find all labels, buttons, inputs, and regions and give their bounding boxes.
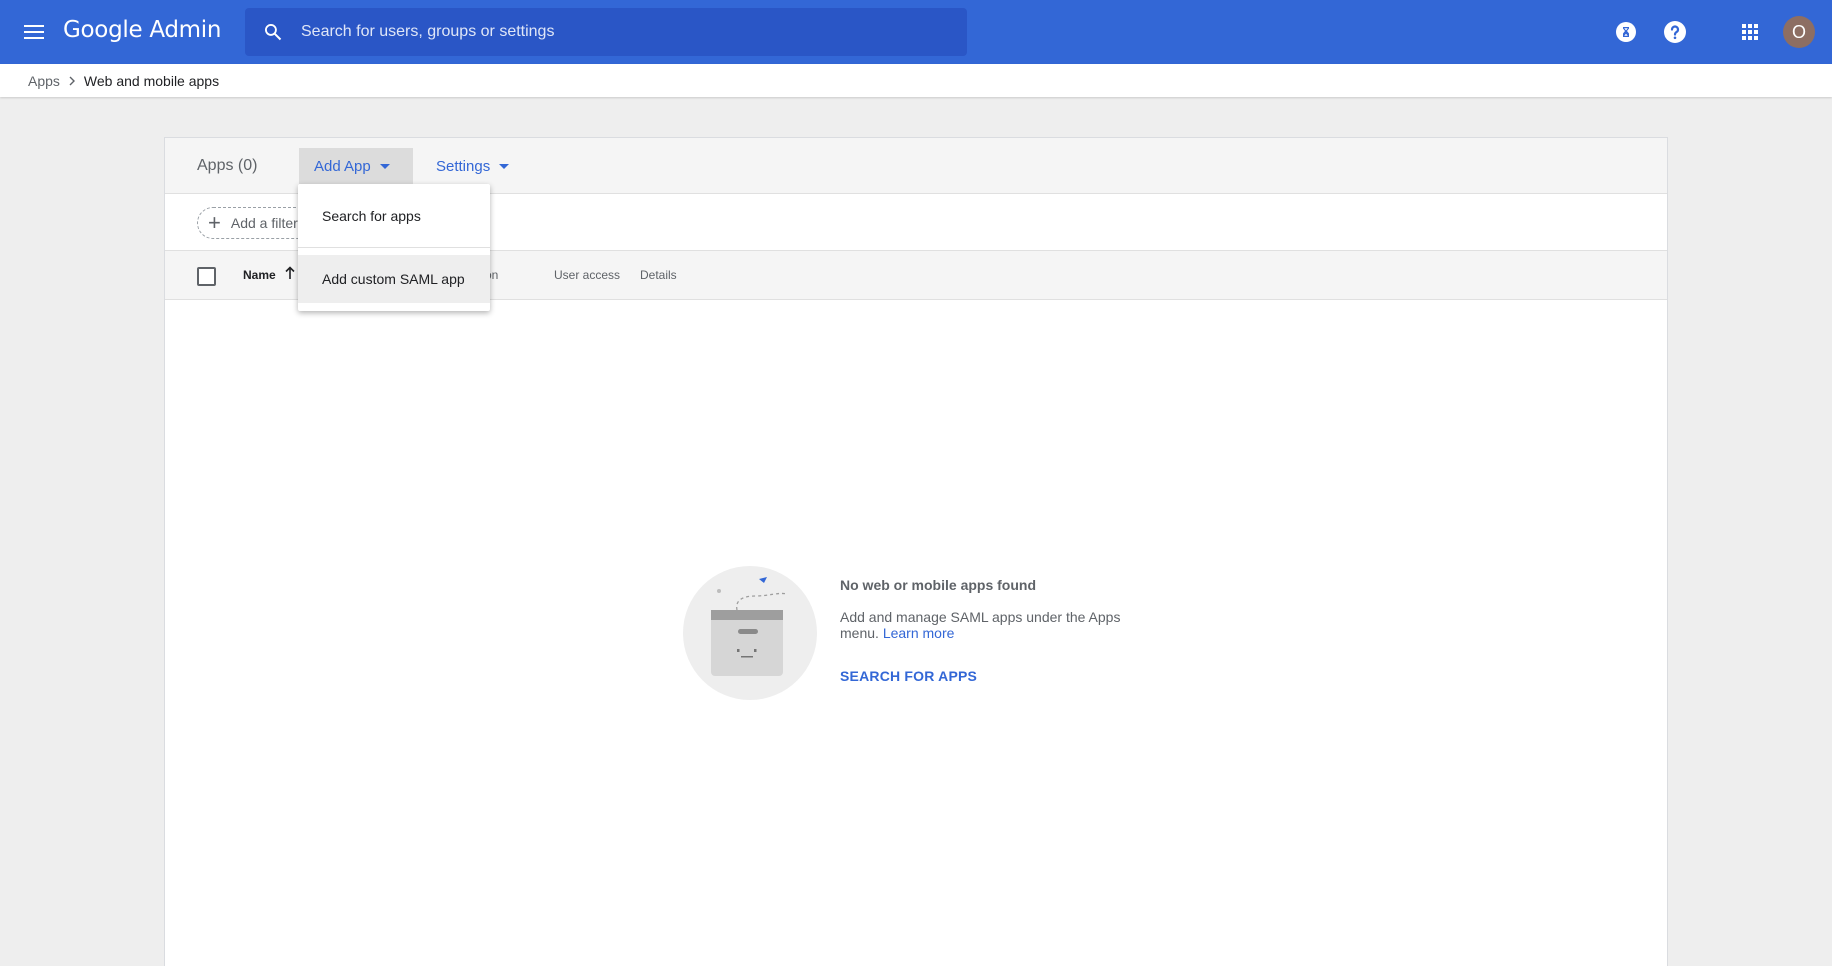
- brand-logo[interactable]: Google Admin: [63, 17, 221, 43]
- settings-label: Settings: [436, 157, 491, 175]
- search-input[interactable]: [301, 23, 941, 41]
- breadcrumb: Apps Web and mobile apps: [0, 64, 1832, 97]
- help-icon[interactable]: [1659, 16, 1691, 48]
- caret-down-icon: [499, 163, 510, 169]
- empty-state-description: Add and manage SAML apps under the Apps …: [840, 609, 1140, 641]
- column-details[interactable]: Details: [640, 268, 677, 282]
- main-menu-icon[interactable]: [18, 16, 50, 48]
- menu-item-add-custom-saml-app[interactable]: Add custom SAML app: [298, 255, 490, 303]
- plus-icon: +: [208, 210, 221, 235]
- add-app-menu: Search for apps Add custom SAML app: [298, 184, 490, 311]
- search-for-apps-button[interactable]: SEARCH FOR APPS: [840, 668, 977, 684]
- top-app-bar: Google Admin O: [0, 0, 1832, 64]
- empty-state-title: No web or mobile apps found: [840, 577, 1036, 593]
- column-name[interactable]: Name: [243, 268, 276, 282]
- chevron-right-icon: [68, 76, 76, 86]
- breadcrumb-current: Web and mobile apps: [83, 72, 220, 89]
- apps-grid-icon[interactable]: [1734, 16, 1766, 48]
- arrow-up-sort-icon[interactable]: [285, 266, 295, 283]
- add-filter-label: Add a filter: [230, 215, 298, 231]
- add-app-label: Add App: [314, 157, 371, 175]
- column-user-access[interactable]: User access: [554, 268, 620, 282]
- select-all-checkbox[interactable]: [197, 267, 216, 286]
- learn-more-link[interactable]: Learn more: [883, 625, 955, 641]
- menu-divider: [298, 247, 490, 248]
- account-avatar[interactable]: O: [1783, 16, 1815, 48]
- caret-down-icon: [379, 163, 390, 169]
- empty-box-illustration: [683, 566, 817, 700]
- menu-item-search-for-apps[interactable]: Search for apps: [298, 184, 490, 248]
- search-icon: [245, 8, 301, 56]
- add-app-button[interactable]: Add App: [299, 148, 413, 184]
- hourglass-icon[interactable]: [1610, 16, 1642, 48]
- apps-count-title: Apps (0): [197, 157, 258, 174]
- settings-button[interactable]: Settings: [427, 148, 510, 184]
- search-bar[interactable]: [245, 8, 967, 56]
- breadcrumb-apps-link[interactable]: Apps: [28, 73, 60, 89]
